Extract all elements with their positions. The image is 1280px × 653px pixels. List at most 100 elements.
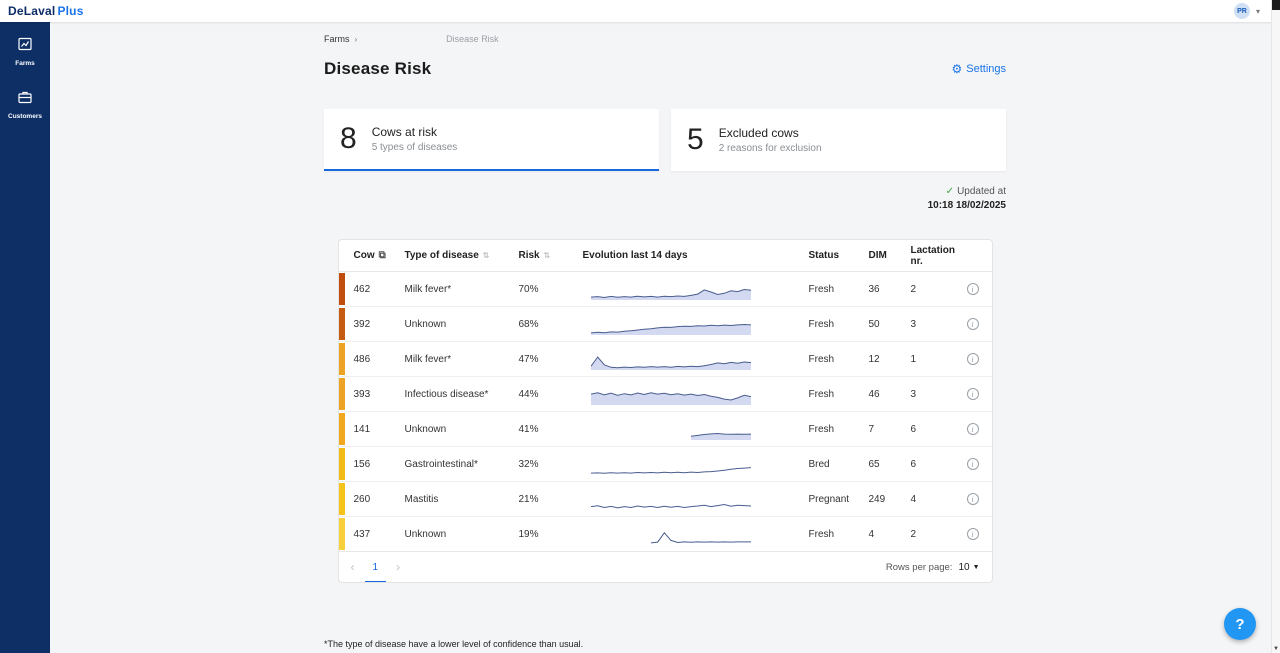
info-icon[interactable]: i	[967, 353, 979, 365]
cow-status: Fresh	[809, 529, 869, 540]
cow-id: 260	[339, 494, 405, 505]
column-header-evolution: Evolution last 14 days	[583, 250, 688, 261]
disease-type: Unknown	[405, 529, 519, 540]
table-row[interactable]: 462 Milk fever* 70% Fresh 36 2 i	[339, 272, 992, 307]
risk-level-bar	[339, 308, 345, 340]
info-icon[interactable]: i	[967, 388, 979, 400]
cow-status: Fresh	[809, 354, 869, 365]
breadcrumb-current: Disease Risk	[446, 34, 499, 44]
main-area: Farms › Disease Risk Disease Risk ⚙ Sett…	[50, 22, 1280, 653]
risk-percentage: 41%	[519, 424, 583, 435]
copy-icon[interactable]: ⧉	[379, 250, 386, 261]
column-header-disease: Type of disease	[405, 250, 479, 261]
cow-id: 437	[339, 529, 405, 540]
card-cows-at-risk[interactable]: 8 Cows at risk 5 types of diseases	[324, 109, 659, 171]
risk-level-bar	[339, 448, 345, 480]
breadcrumb-separator-icon: ›	[355, 35, 358, 44]
lactation-number: 2	[911, 284, 967, 295]
cow-status: Pregnant	[809, 494, 869, 505]
cow-id: 392	[339, 319, 405, 330]
cow-id: 141	[339, 424, 405, 435]
breadcrumb-farms[interactable]: Farms	[324, 34, 350, 44]
dim-value: 4	[869, 529, 911, 540]
evolution-sparkline	[583, 276, 809, 302]
page-number-button[interactable]: 1	[369, 562, 383, 573]
info-icon[interactable]: i	[967, 458, 979, 470]
cow-status: Fresh	[809, 389, 869, 400]
card-excluded-cows[interactable]: 5 Excluded cows 2 reasons for exclusion	[671, 109, 1006, 171]
risk-percentage: 68%	[519, 319, 583, 330]
sort-icon[interactable]: ⇅	[483, 251, 490, 260]
disease-type: Gastrointestinal*	[405, 459, 519, 470]
dim-value: 36	[869, 284, 911, 295]
risk-level-bar	[339, 343, 345, 375]
table-header: Cow ⧉ Type of disease ⇅ Risk ⇅ Evolution…	[339, 240, 992, 272]
table-row[interactable]: 393 Infectious disease* 44% Fresh 46 3 i	[339, 377, 992, 412]
info-icon[interactable]: i	[967, 493, 979, 505]
brand-logo: DeLavalPlus	[8, 4, 84, 18]
column-header-cow: Cow	[354, 250, 375, 261]
table-row[interactable]: 486 Milk fever* 47% Fresh 12 1 i	[339, 342, 992, 377]
table-row[interactable]: 437 Unknown 19% Fresh 4 2 i	[339, 517, 992, 552]
chevron-right-icon[interactable]: ›	[396, 560, 400, 574]
risk-percentage: 32%	[519, 459, 583, 470]
updated-timestamp: 10:18 18/02/2025	[324, 199, 1006, 213]
scrollbar-thumb[interactable]	[1272, 0, 1280, 10]
cow-id: 393	[339, 389, 405, 400]
table-row[interactable]: 392 Unknown 68% Fresh 50 3 i	[339, 307, 992, 342]
sidebar-item-customers[interactable]: Customers	[0, 85, 50, 124]
table-body: 462 Milk fever* 70% Fresh 36 2 i 392 Unk…	[339, 272, 992, 552]
top-bar: DeLavalPlus PR ▾	[0, 0, 1280, 22]
column-header-risk: Risk	[519, 250, 540, 261]
risk-percentage: 47%	[519, 354, 583, 365]
info-icon[interactable]: i	[967, 528, 979, 540]
info-icon[interactable]: i	[967, 318, 979, 330]
evolution-sparkline	[583, 416, 809, 442]
evolution-sparkline	[583, 451, 809, 477]
dim-value: 249	[869, 494, 911, 505]
cow-status: Fresh	[809, 319, 869, 330]
chevron-down-icon: ▼	[973, 564, 980, 571]
scroll-down-icon[interactable]: ▼	[1272, 646, 1280, 652]
disease-type: Milk fever*	[405, 354, 519, 365]
disease-risk-table: Cow ⧉ Type of disease ⇅ Risk ⇅ Evolution…	[338, 239, 993, 583]
footnote: *The type of disease have a lower level …	[324, 639, 1006, 649]
lactation-number: 3	[911, 389, 967, 400]
sidebar-item-label: Customers	[8, 113, 42, 120]
disease-type: Unknown	[405, 424, 519, 435]
evolution-sparkline	[583, 521, 809, 547]
gear-icon: ⚙	[951, 62, 962, 76]
column-header-status: Status	[809, 250, 840, 261]
lactation-number: 6	[911, 424, 967, 435]
info-icon[interactable]: i	[967, 423, 979, 435]
vertical-scrollbar[interactable]: ▼	[1271, 0, 1280, 653]
table-row[interactable]: 141 Unknown 41% Fresh 7 6 i	[339, 412, 992, 447]
avatar[interactable]: PR	[1234, 3, 1250, 19]
cow-status: Fresh	[809, 284, 869, 295]
risk-percentage: 21%	[519, 494, 583, 505]
updated-label: Updated at	[957, 186, 1006, 197]
info-icon[interactable]: i	[967, 283, 979, 295]
sidebar-item-farms[interactable]: Farms	[0, 32, 50, 71]
sidebar: Farms Customers	[0, 22, 50, 653]
sort-icon[interactable]: ⇅	[544, 251, 551, 260]
dim-value: 46	[869, 389, 911, 400]
page-title: Disease Risk	[324, 59, 431, 79]
card-subtitle: 5 types of diseases	[372, 142, 458, 153]
lactation-number: 1	[911, 354, 967, 365]
help-button[interactable]: ?	[1224, 608, 1256, 640]
table-row[interactable]: 260 Mastitis 21% Pregnant 249 4 i	[339, 482, 992, 517]
rows-per-page-select[interactable]: 10 ▼	[958, 562, 979, 573]
lactation-number: 6	[911, 459, 967, 470]
breadcrumb: Farms › Disease Risk	[324, 34, 1006, 44]
evolution-sparkline	[583, 311, 809, 337]
chevron-down-icon[interactable]: ▾	[1256, 7, 1260, 16]
cow-status: Fresh	[809, 424, 869, 435]
customers-icon	[17, 89, 33, 110]
column-header-lactation: Lactation nr.	[911, 245, 967, 267]
chevron-left-icon[interactable]: ‹	[351, 560, 355, 574]
table-row[interactable]: 156 Gastrointestinal* 32% Bred 65 6 i	[339, 447, 992, 482]
sidebar-item-label: Farms	[15, 60, 35, 67]
pagination-bar: ‹ 1 › Rows per page: 10 ▼	[339, 552, 992, 582]
settings-button[interactable]: ⚙ Settings	[951, 62, 1006, 76]
